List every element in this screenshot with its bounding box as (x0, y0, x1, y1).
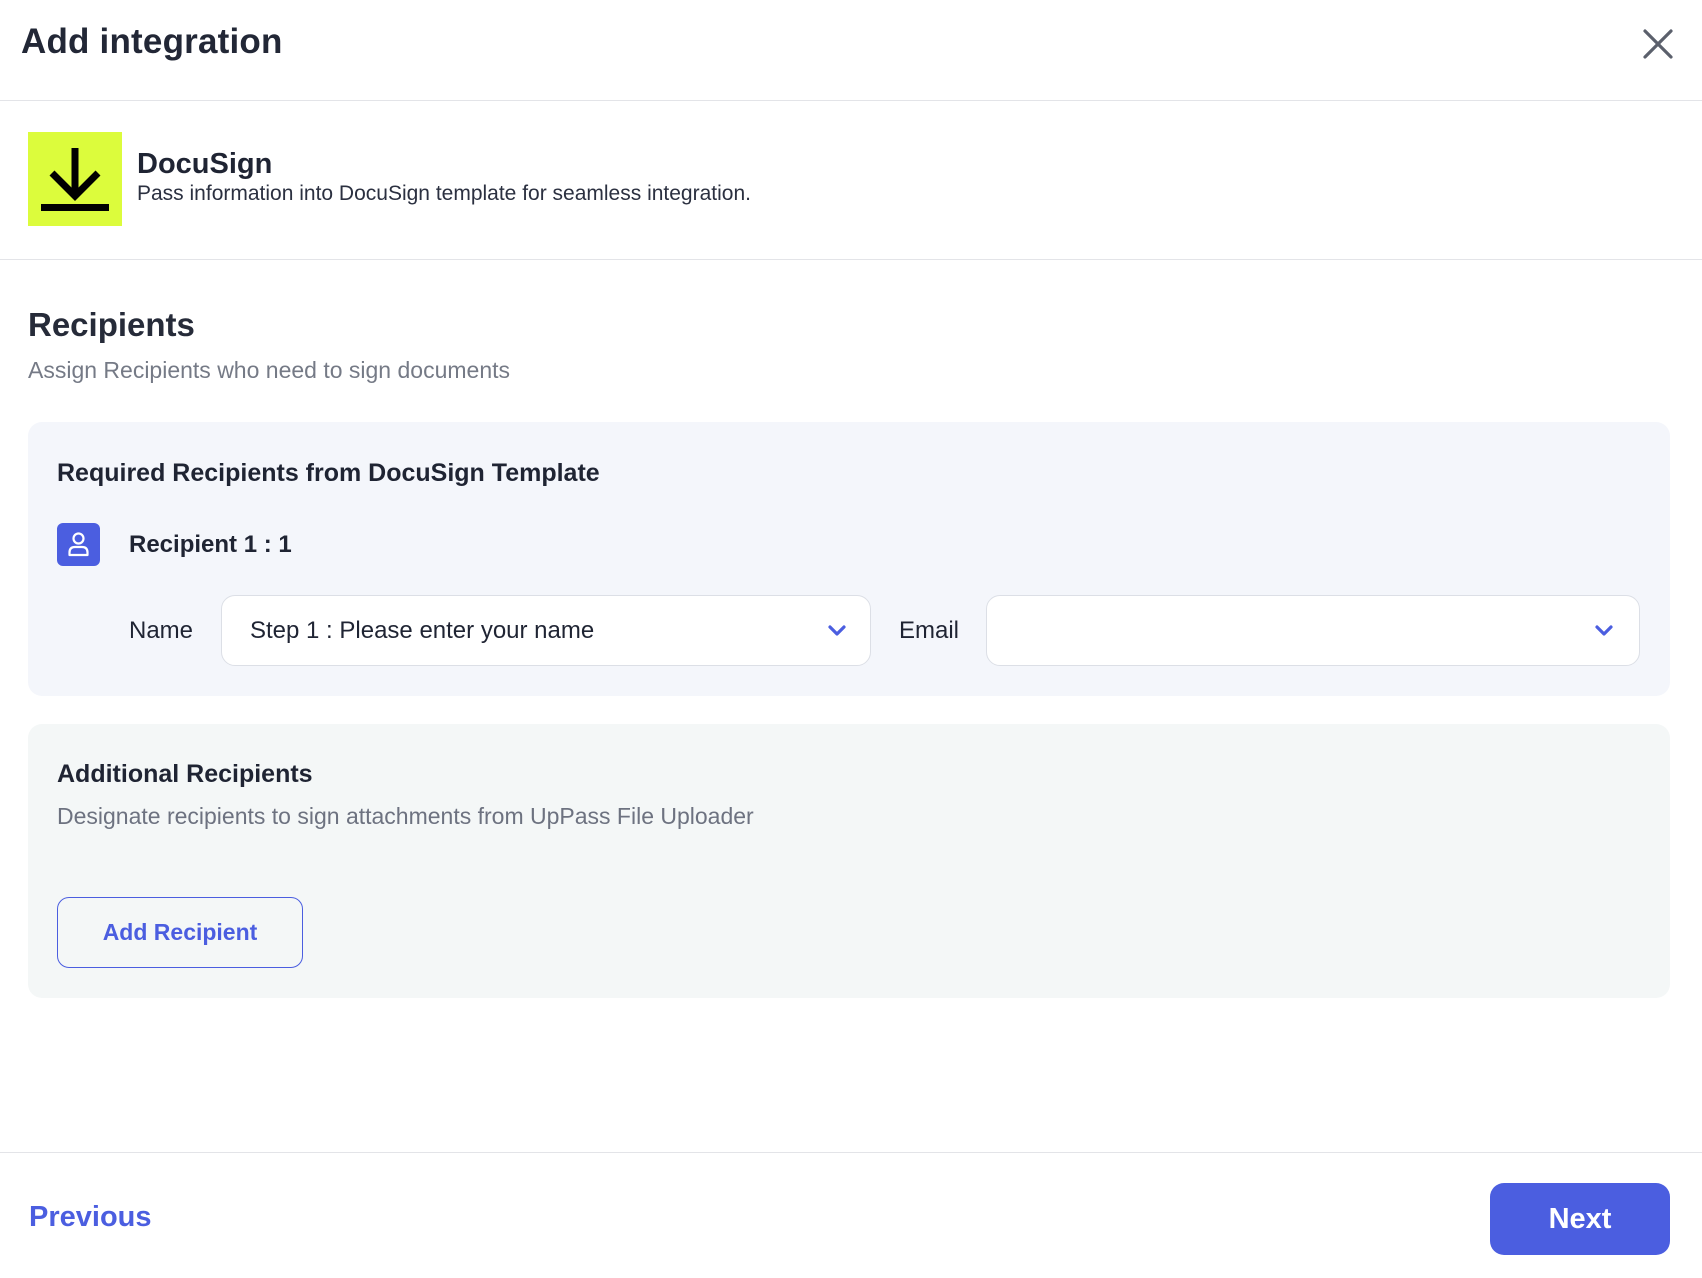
required-recipients-title: Required Recipients from DocuSign Templa… (57, 459, 600, 487)
chevron-down-icon (1595, 625, 1613, 636)
modal-title: Add integration (21, 22, 283, 61)
name-select[interactable]: Step 1 : Please enter your name (221, 595, 871, 666)
previous-button[interactable]: Previous (29, 1201, 152, 1234)
name-select-value: Step 1 : Please enter your name (250, 617, 595, 644)
add-recipient-button[interactable]: Add Recipient (57, 897, 303, 968)
required-recipients-panel: Required Recipients from DocuSign Templa… (28, 422, 1670, 696)
chevron-down-icon (828, 625, 846, 636)
close-button[interactable] (1640, 26, 1676, 62)
recipients-title: Recipients (28, 306, 195, 343)
add-integration-modal: Add integration DocuSign Pass informatio… (0, 0, 1702, 1278)
integration-name: DocuSign (137, 148, 273, 180)
additional-recipients-panel: Additional Recipients Designate recipien… (28, 724, 1670, 998)
next-button[interactable]: Next (1490, 1183, 1670, 1255)
modal-header: Add integration (0, 0, 1702, 101)
integration-info: DocuSign Pass information into DocuSign … (0, 101, 1702, 260)
name-label: Name (129, 617, 194, 644)
email-select[interactable] (986, 595, 1640, 666)
docusign-logo (28, 132, 122, 226)
recipient-label: Recipient 1 : 1 (129, 531, 292, 558)
close-icon (1643, 29, 1673, 59)
additional-recipients-title: Additional Recipients (57, 760, 313, 788)
recipients-subtitle: Assign Recipients who need to sign docum… (28, 357, 511, 383)
user-icon (57, 523, 100, 566)
integration-description: Pass information into DocuSign template … (137, 182, 751, 205)
download-icon (41, 148, 109, 211)
modal-footer: Previous Next (0, 1152, 1702, 1278)
additional-recipients-description: Designate recipients to sign attachments… (57, 803, 754, 829)
email-label: Email (899, 617, 960, 644)
